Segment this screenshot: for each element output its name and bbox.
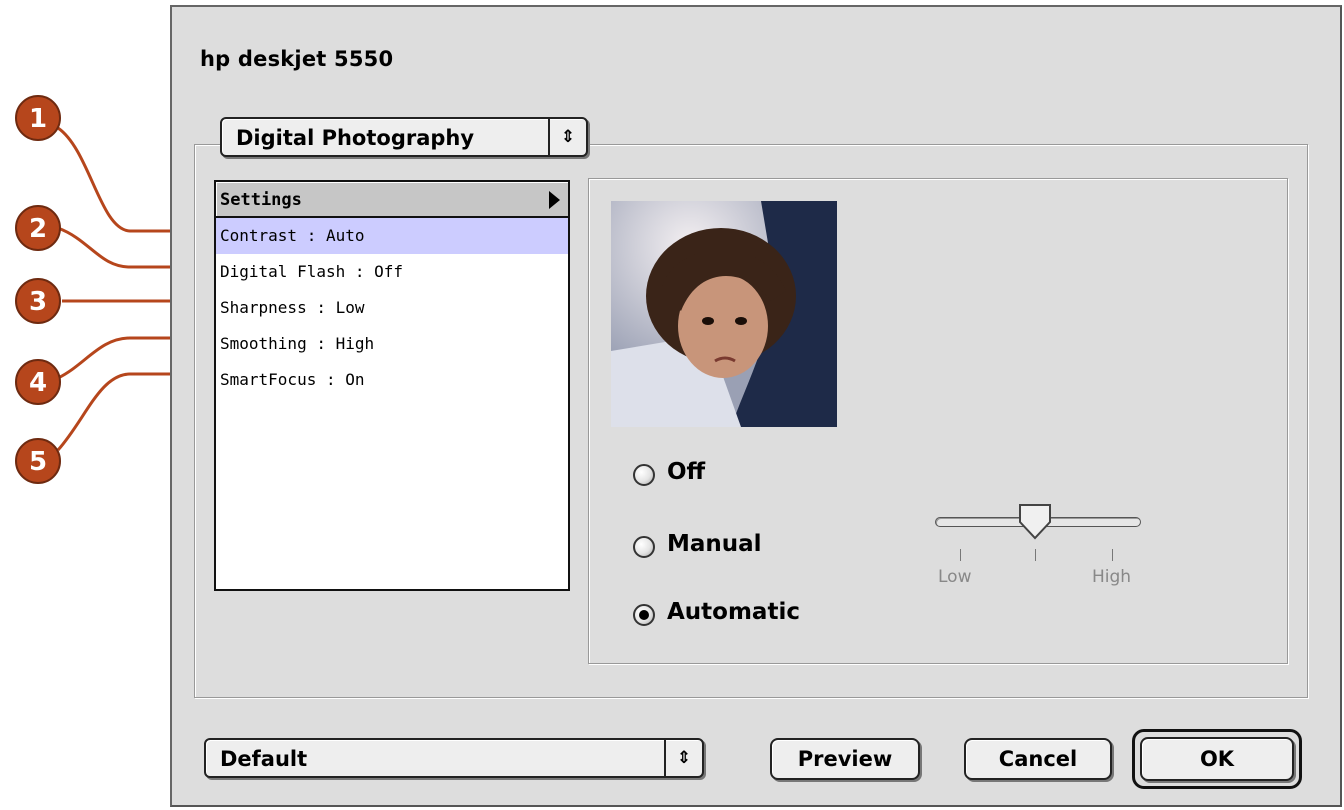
contrast-slider-thumb[interactable]: [1017, 502, 1053, 542]
preset-select[interactable]: Default ⇕: [204, 738, 704, 778]
slider-tick-high: [1112, 549, 1113, 561]
settings-list[interactable]: Settings Contrast : Auto Digital Flash :…: [214, 180, 570, 591]
list-item-digital-flash[interactable]: Digital Flash : Off: [216, 254, 568, 290]
panel-select-value: Digital Photography: [236, 126, 475, 150]
list-item-smoothing[interactable]: Smoothing : High: [216, 326, 568, 362]
radio-automatic-label: Automatic: [667, 599, 800, 625]
preset-select-value: Default: [220, 747, 308, 771]
contrast-detail-panel: Off Manual Automatic Low High: [588, 178, 1288, 664]
preview-button[interactable]: Preview: [770, 738, 920, 780]
callout-badge-1: [15, 95, 61, 141]
radio-manual-label: Manual: [667, 531, 762, 557]
callout-badge-2: [15, 205, 61, 251]
radio-automatic-circle[interactable]: [633, 604, 655, 626]
list-item-sharpness[interactable]: Sharpness : Low: [216, 290, 568, 326]
cancel-button[interactable]: Cancel: [964, 738, 1112, 780]
callout-badge-3: [15, 278, 61, 324]
callout-number-5: 5: [29, 447, 47, 477]
updown-arrows-icon: ⇕: [664, 740, 702, 776]
panel-select[interactable]: Digital Photography ⇕: [220, 117, 588, 157]
dialog-title: hp deskjet 5550: [200, 47, 394, 71]
updown-arrows-icon: ⇕: [548, 119, 586, 155]
settings-list-header[interactable]: Settings: [216, 182, 568, 218]
callout-badge-4: [15, 359, 61, 405]
print-dialog: hp deskjet 5550 Digital Photography ⇕ Se…: [170, 5, 1342, 807]
callout-number-3: 3: [29, 287, 47, 317]
radio-off-circle[interactable]: [633, 464, 655, 486]
slider-low-label: Low: [938, 567, 972, 587]
callout-number-4: 4: [29, 368, 47, 398]
photo-preview: [611, 201, 837, 427]
slider-tick-low: [960, 549, 961, 561]
triangle-right-icon: [549, 191, 560, 209]
slider-tick-mid: [1035, 549, 1036, 561]
settings-header-label: Settings: [220, 190, 302, 210]
child-photo-icon: [611, 201, 837, 427]
callout-badge-5: [15, 438, 61, 484]
radio-manual-circle[interactable]: [633, 536, 655, 558]
callout-number-2: 2: [29, 214, 47, 244]
ok-button[interactable]: OK: [1140, 737, 1294, 781]
radio-off-label: Off: [667, 459, 706, 485]
list-item-smartfocus[interactable]: SmartFocus : On: [216, 362, 568, 398]
list-item-contrast[interactable]: Contrast : Auto: [216, 218, 568, 254]
slider-high-label: High: [1092, 567, 1132, 587]
callout-number-1: 1: [29, 104, 47, 134]
